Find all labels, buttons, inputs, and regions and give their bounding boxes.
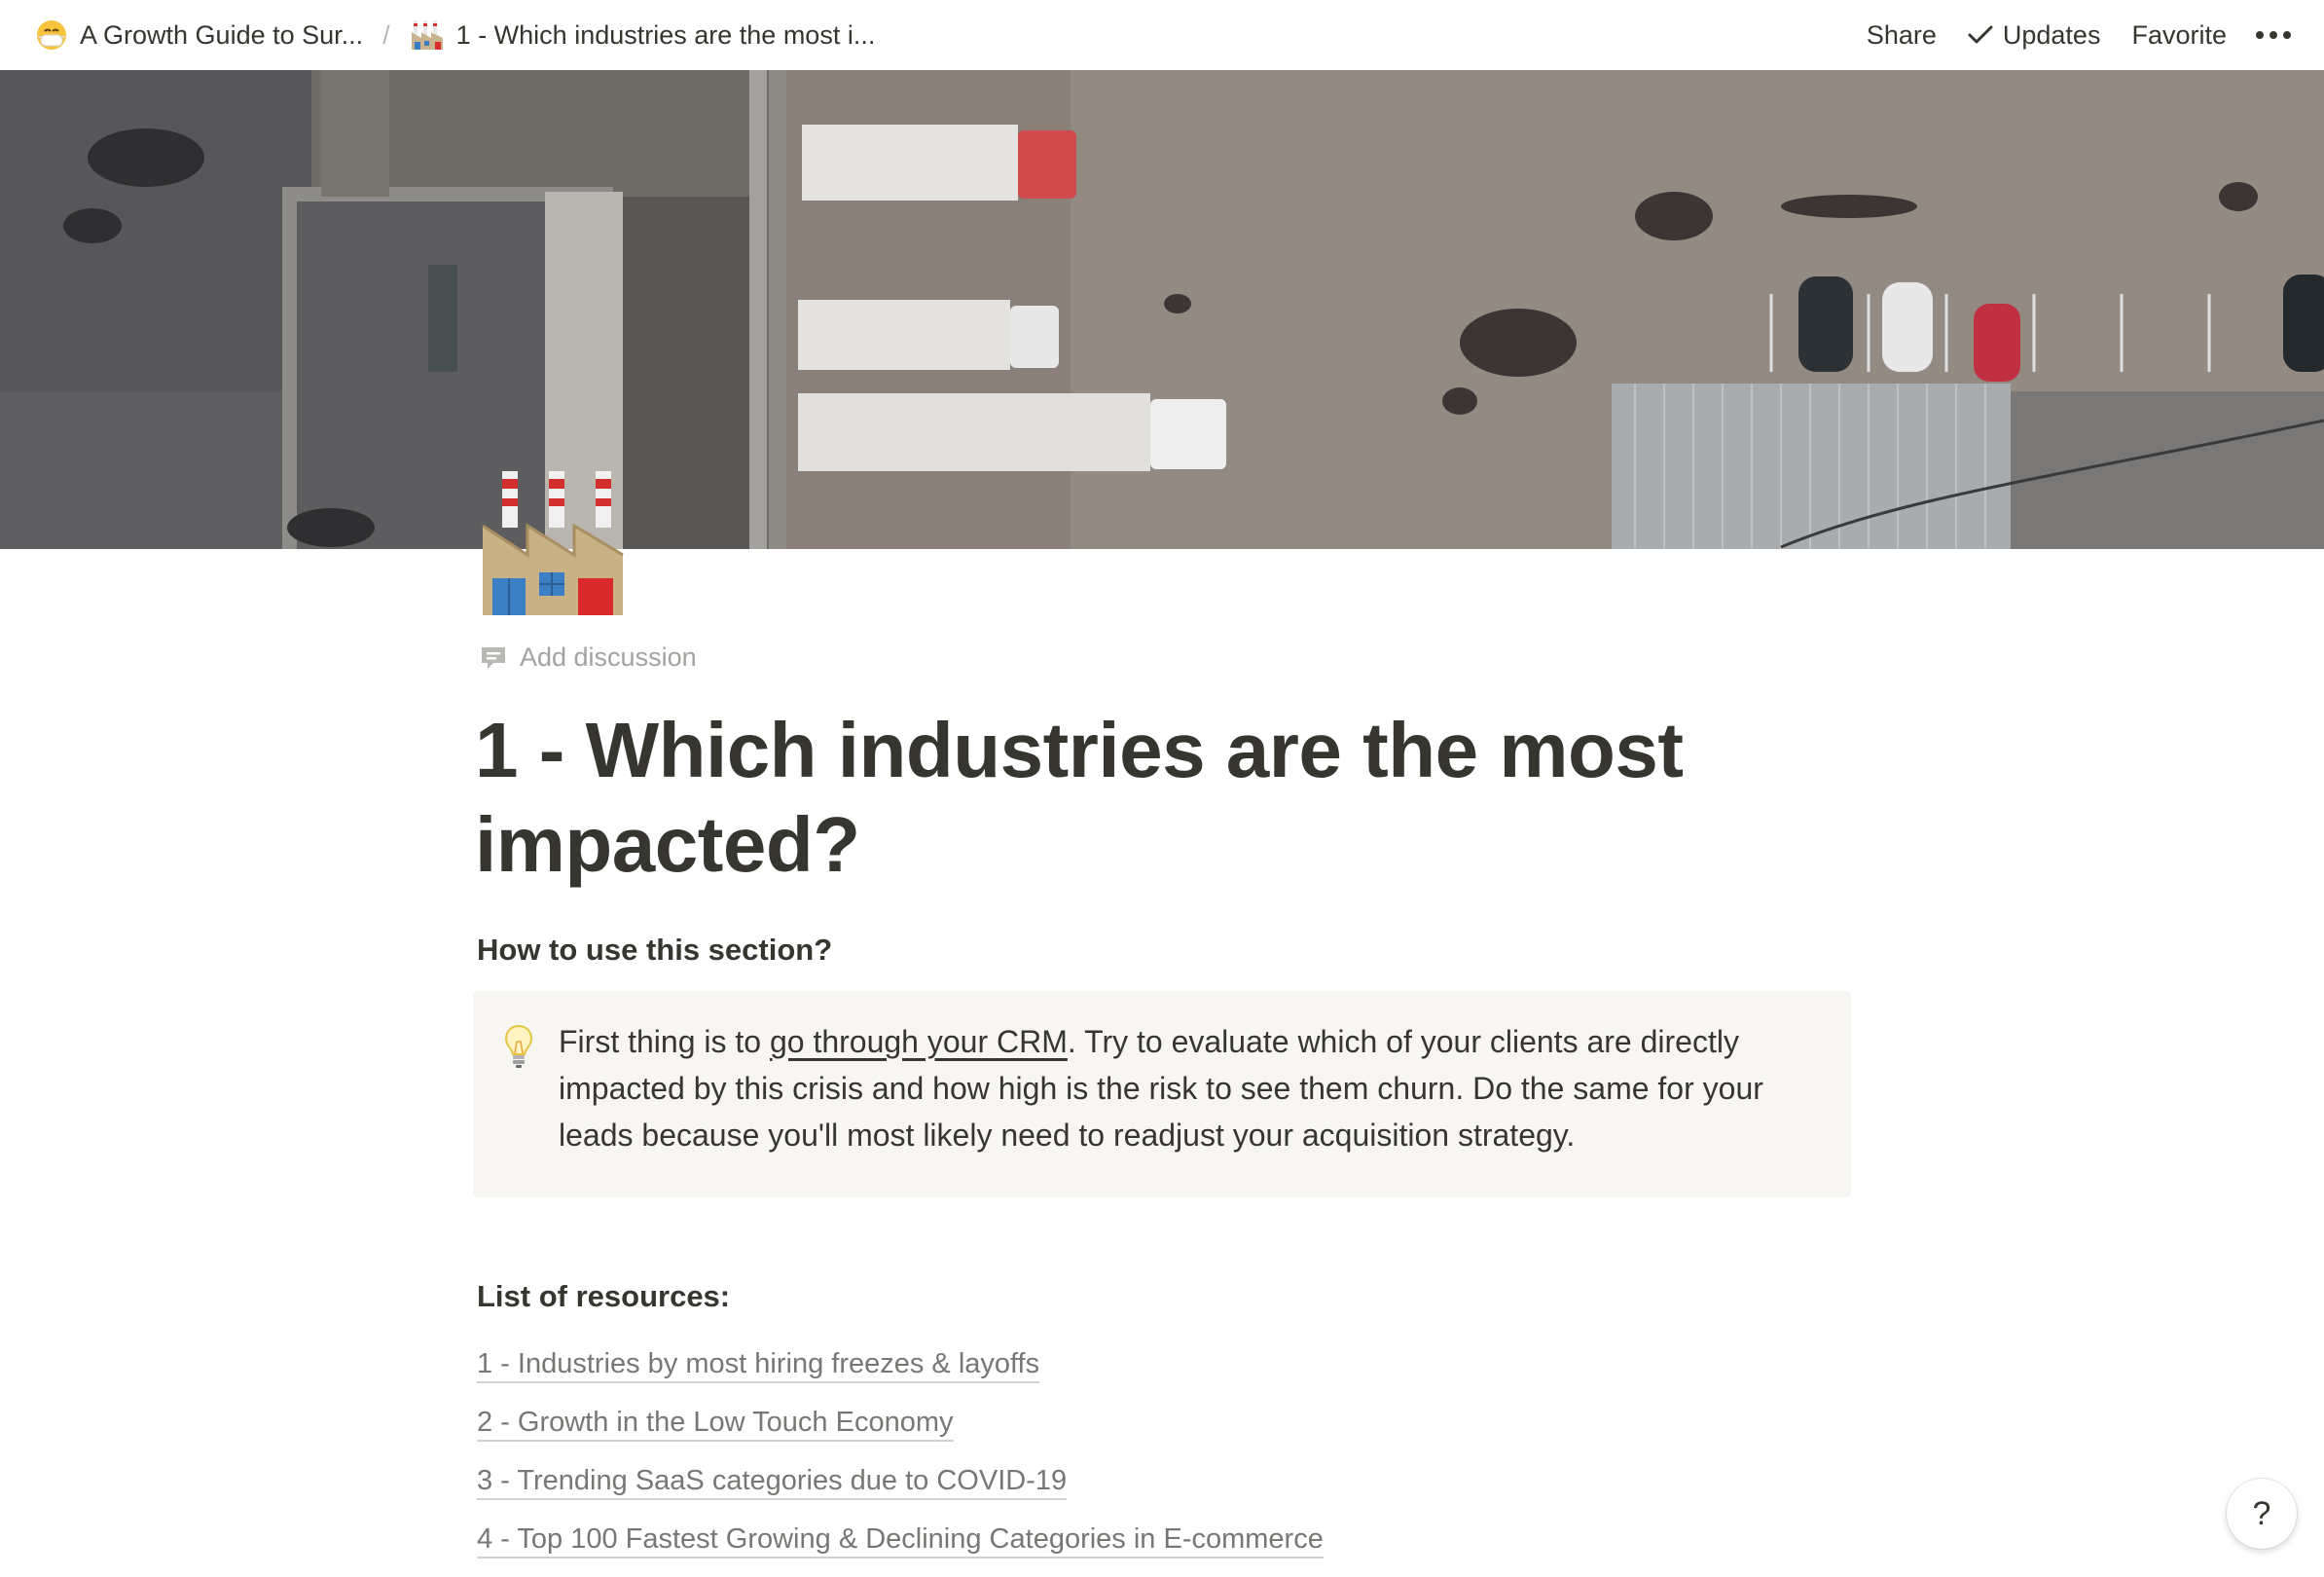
breadcrumb-item-growth-guide[interactable]: A Growth Guide to Sur...	[29, 13, 369, 57]
comment-icon	[482, 646, 505, 669]
checkmark-icon	[1968, 25, 1993, 44]
resource-link-2[interactable]: 2 - Growth in the Low Touch Economy	[477, 1405, 1324, 1463]
help-label: ?	[2252, 1494, 2271, 1532]
favorite-label: Favorite	[2131, 19, 2227, 50]
breadcrumb-label: A Growth Guide to Sur...	[80, 19, 364, 50]
callout-text-before: First thing is to	[559, 1024, 770, 1059]
resource-link-4[interactable]: 4 - Top 100 Fastest Growing & Declining …	[477, 1522, 1324, 1577]
factory-icon	[482, 471, 624, 615]
favorite-button[interactable]: Favorite	[2120, 15, 2238, 56]
resource-link-3[interactable]: 3 - Trending SaaS categories due to COVI…	[477, 1463, 1324, 1522]
page-icon-factory[interactable]	[477, 465, 629, 621]
add-discussion-label: Add discussion	[520, 642, 697, 672]
breadcrumb-separator: /	[382, 19, 390, 50]
top-bar-actions: Share Updates Favorite	[1847, 15, 2301, 56]
mask-face-icon	[35, 18, 68, 52]
callout-text: First thing is to go through your CRM. T…	[559, 1018, 1812, 1158]
add-discussion-button[interactable]: Add discussion	[479, 642, 697, 673]
resource-link-label: 4 - Top 100 Fastest Growing & Declining …	[477, 1523, 1324, 1559]
resources-heading: List of resources:	[477, 1279, 731, 1313]
share-label: Share	[1866, 19, 1937, 50]
breadcrumb-label: 1 - Which industries are the most i...	[455, 19, 876, 50]
resources-list: 1 - Industries by most hiring freezes & …	[477, 1346, 1324, 1577]
factory-icon	[410, 18, 445, 52]
page-title[interactable]: 1 - Which industries are the most impact…	[475, 703, 1857, 892]
aerial-warehouse-photo-icon	[0, 70, 2324, 549]
more-horizontal-icon[interactable]	[2246, 21, 2301, 49]
share-button[interactable]: Share	[1855, 15, 1948, 56]
top-bar: A Growth Guide to Sur... / 1 - Which ind…	[0, 0, 2324, 70]
breadcrumb-item-current-page[interactable]: 1 - Which industries are the most i...	[404, 13, 882, 57]
breadcrumb: A Growth Guide to Sur... / 1 - Which ind…	[29, 13, 881, 57]
help-button[interactable]: ?	[2227, 1479, 2297, 1549]
resource-link-label: 3 - Trending SaaS categories due to COVI…	[477, 1465, 1068, 1500]
callout-block: First thing is to go through your CRM. T…	[473, 991, 1851, 1197]
resource-link-label: 1 - Industries by most hiring freezes & …	[477, 1348, 1040, 1383]
updates-button[interactable]: Updates	[1956, 15, 2113, 56]
how-to-use-heading: How to use this section?	[477, 933, 833, 967]
updates-label: Updates	[2002, 19, 2101, 50]
light-bulb-icon	[504, 1024, 533, 1074]
crm-link[interactable]: go through your CRM	[770, 1024, 1068, 1059]
cover-image[interactable]	[0, 70, 2324, 549]
resource-link-1[interactable]: 1 - Industries by most hiring freezes & …	[477, 1346, 1324, 1405]
resource-link-label: 2 - Growth in the Low Touch Economy	[477, 1407, 954, 1442]
